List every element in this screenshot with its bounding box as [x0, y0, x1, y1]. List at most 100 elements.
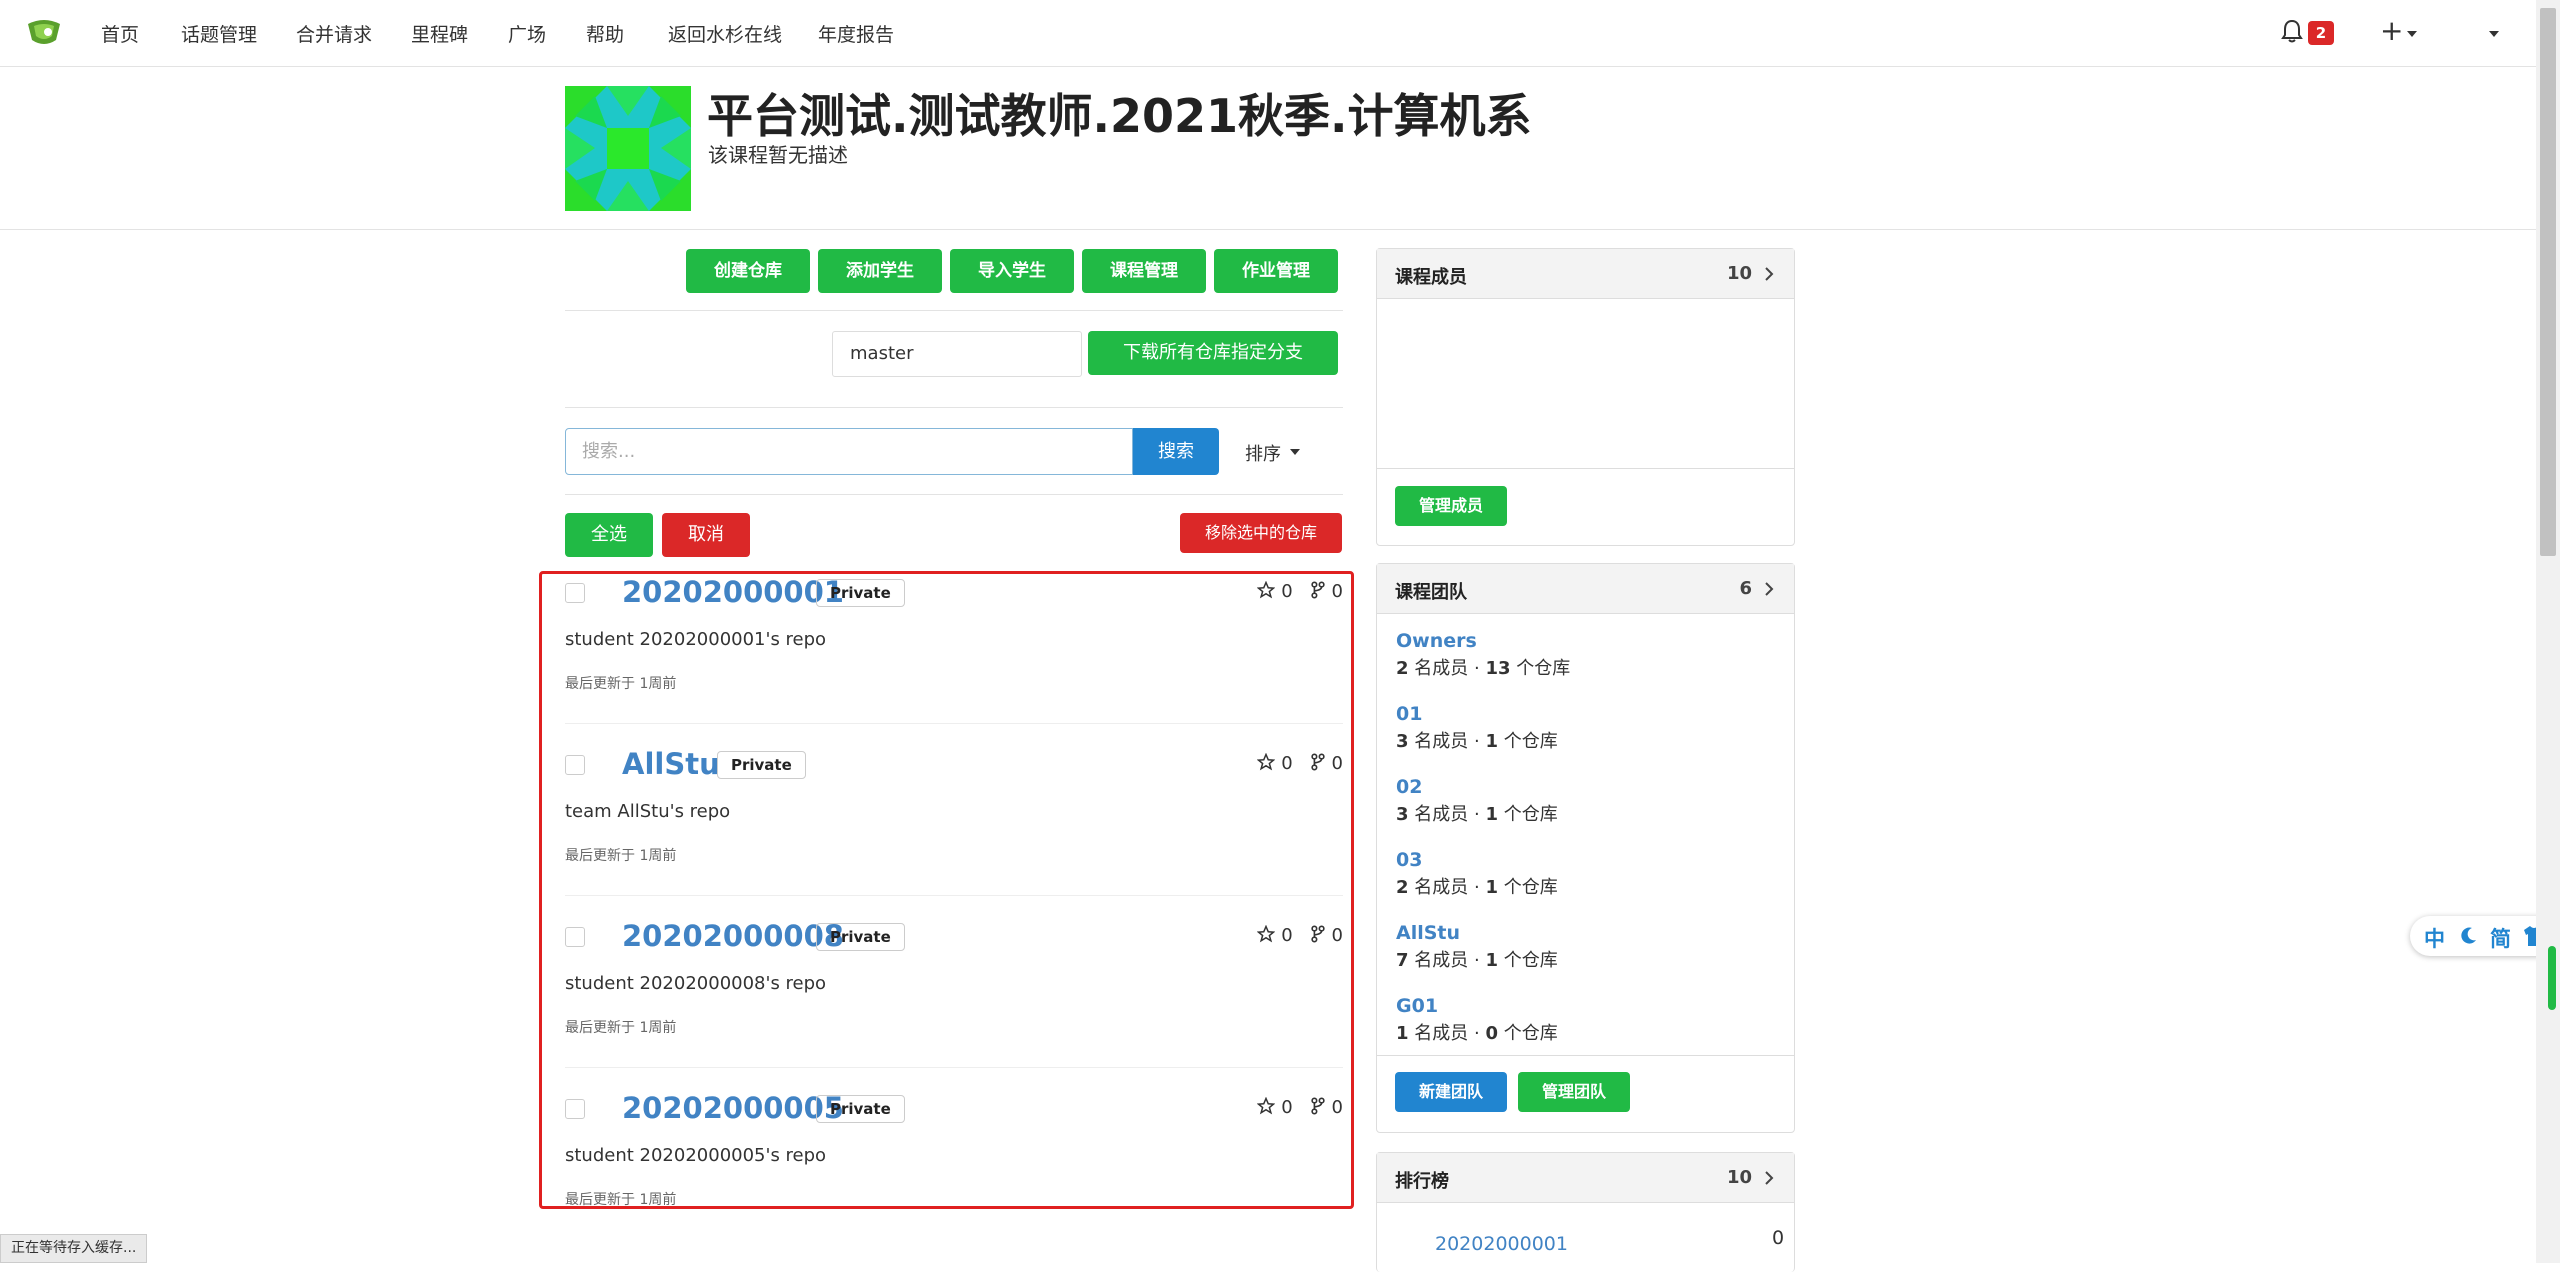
team-count: 6: [1739, 578, 1752, 599]
chevron-right-icon[interactable]: [1762, 265, 1776, 283]
course-members-panel: 课程成员 10 管理成员: [1376, 248, 1795, 546]
team-member-count: 1: [1396, 1023, 1409, 1044]
repo-name-link[interactable]: 20202000005: [622, 1091, 844, 1125]
team-name-link[interactable]: 02: [1396, 776, 1422, 798]
nav-annual-report[interactable]: 年度报告: [818, 20, 894, 47]
members-suffix: 名成员 ·: [1414, 731, 1480, 752]
private-badge: Private: [816, 923, 905, 951]
chevron-right-icon[interactable]: [1762, 1169, 1776, 1187]
nav-home[interactable]: 首页: [101, 20, 139, 47]
site-logo-icon[interactable]: [26, 18, 62, 46]
repo-name-link[interactable]: 20202000008: [622, 919, 844, 953]
scrollbar-thumb[interactable]: [2540, 8, 2556, 556]
team-name-link[interactable]: Owners: [1396, 630, 1477, 652]
repo-checkbox[interactable]: [565, 583, 585, 603]
side-tab[interactable]: [2548, 946, 2556, 1010]
chinese-toggle[interactable]: 中: [2424, 923, 2445, 953]
divider: [565, 1067, 1343, 1068]
course-avatar: [565, 86, 691, 211]
team-repo-count: 1: [1485, 877, 1498, 898]
fork-count: 0: [1331, 925, 1343, 946]
language-widget[interactable]: 中 简: [2410, 916, 2554, 956]
repos-suffix: 个仓库: [1503, 1023, 1558, 1044]
team-member-count: 7: [1396, 950, 1409, 971]
cancel-selection-button[interactable]: 取消: [662, 513, 750, 557]
team-name-link[interactable]: 03: [1396, 849, 1422, 871]
nav-pull-requests[interactable]: 合并请求: [296, 20, 372, 47]
team-name-link[interactable]: G01: [1396, 995, 1438, 1017]
notification-count-badge[interactable]: 2: [2308, 21, 2334, 45]
members-suffix: 名成员 ·: [1414, 877, 1480, 898]
nav-back-shuishan[interactable]: 返回水杉在线: [668, 20, 782, 47]
team-meta: 3 名成员 · 1 个仓库: [1396, 727, 1558, 753]
assignment-management-button[interactable]: 作业管理: [1214, 249, 1338, 293]
panel-header[interactable]: 课程团队 6: [1377, 564, 1794, 614]
divider: [565, 310, 1343, 311]
remove-selected-repos-button[interactable]: 移除选中的仓库: [1180, 513, 1342, 553]
nav-milestones[interactable]: 里程碑: [411, 20, 468, 47]
repo-name-link[interactable]: AllStu: [622, 747, 720, 781]
repo-checkbox[interactable]: [565, 927, 585, 947]
add-student-button[interactable]: 添加学生: [818, 249, 942, 293]
fork-count: 0: [1331, 1097, 1343, 1118]
bell-icon[interactable]: [2280, 18, 2304, 44]
chevron-right-icon[interactable]: [1762, 580, 1776, 598]
repos-suffix: 个仓库: [1516, 658, 1571, 679]
team-name-link[interactable]: 01: [1396, 703, 1422, 725]
repo-description: student 20202000001's repo: [565, 629, 827, 650]
search-input[interactable]: 搜索...: [565, 428, 1133, 475]
panel-title: 课程团队: [1395, 582, 1467, 603]
private-badge: Private: [717, 751, 806, 779]
repo-name-link[interactable]: 20202000001: [622, 575, 844, 609]
panel-header[interactable]: 课程成员 10: [1377, 249, 1794, 299]
import-students-button[interactable]: 导入学生: [950, 249, 1074, 293]
star-icon: [1257, 752, 1276, 771]
ranking-item-link[interactable]: 20202000001: [1435, 1233, 1568, 1255]
team-member-count: 2: [1396, 877, 1409, 898]
team-meta: 7 名成员 · 1 个仓库: [1396, 946, 1558, 972]
fork-icon: [1311, 925, 1325, 943]
create-menu-caret-icon[interactable]: [2407, 31, 2417, 37]
team-repo-count: 1: [1485, 731, 1498, 752]
sort-dropdown[interactable]: 排序: [1245, 440, 1281, 466]
repo-updated-time: 最后更新于 1周前: [565, 848, 677, 864]
fork-count: 0: [1331, 753, 1343, 774]
create-menu-plus-icon[interactable]: +: [2380, 14, 2403, 47]
search-button[interactable]: 搜索: [1133, 428, 1219, 475]
manage-members-button[interactable]: 管理成员: [1395, 486, 1507, 526]
new-team-button[interactable]: 新建团队: [1395, 1072, 1507, 1112]
team-meta: 2 名成员 · 1 个仓库: [1396, 873, 1558, 899]
team-repo-count: 0: [1485, 1023, 1498, 1044]
create-repo-button[interactable]: 创建仓库: [686, 249, 810, 293]
course-title: 平台测试.测试教师.2021秋季.计算机系: [707, 89, 1532, 143]
repos-suffix: 个仓库: [1503, 877, 1558, 898]
branch-input[interactable]: master: [832, 331, 1082, 377]
simplified-toggle[interactable]: 简: [2490, 923, 2511, 953]
team-name-link[interactable]: AllStu: [1396, 922, 1460, 944]
user-menu-caret-icon[interactable]: [2489, 31, 2499, 37]
team-member-count: 2: [1396, 658, 1409, 679]
team-member-count: 3: [1396, 804, 1409, 825]
star-icon: [1257, 580, 1276, 599]
nav-explore[interactable]: 广场: [508, 20, 546, 47]
repo-description: student 20202000008's repo: [565, 973, 827, 994]
panel-header[interactable]: 排行榜 10: [1377, 1153, 1794, 1203]
repo-checkbox[interactable]: [565, 1099, 585, 1119]
nav-help[interactable]: 帮助: [586, 20, 624, 47]
download-branch-button[interactable]: 下载所有仓库指定分支: [1088, 331, 1338, 375]
nav-issues[interactable]: 话题管理: [181, 20, 257, 47]
repo-description: team AllStu's repo: [565, 801, 731, 822]
repo-checkbox[interactable]: [565, 755, 585, 775]
repos-suffix: 个仓库: [1503, 731, 1558, 752]
repo-stats: 0 0: [1257, 580, 1343, 602]
select-all-button[interactable]: 全选: [565, 513, 653, 557]
repo-stats: 0 0: [1257, 752, 1343, 774]
panel-title: 排行榜: [1395, 1171, 1449, 1192]
moon-icon[interactable]: [2458, 926, 2478, 946]
sort-caret-icon[interactable]: [1290, 449, 1300, 455]
repo-item: AllStu Private 0 0 team AllStu's repo 最后…: [565, 747, 1343, 917]
manage-teams-button[interactable]: 管理团队: [1518, 1072, 1630, 1112]
member-count: 10: [1726, 263, 1752, 284]
course-management-button[interactable]: 课程管理: [1082, 249, 1206, 293]
team-repo-count: 13: [1485, 658, 1511, 679]
